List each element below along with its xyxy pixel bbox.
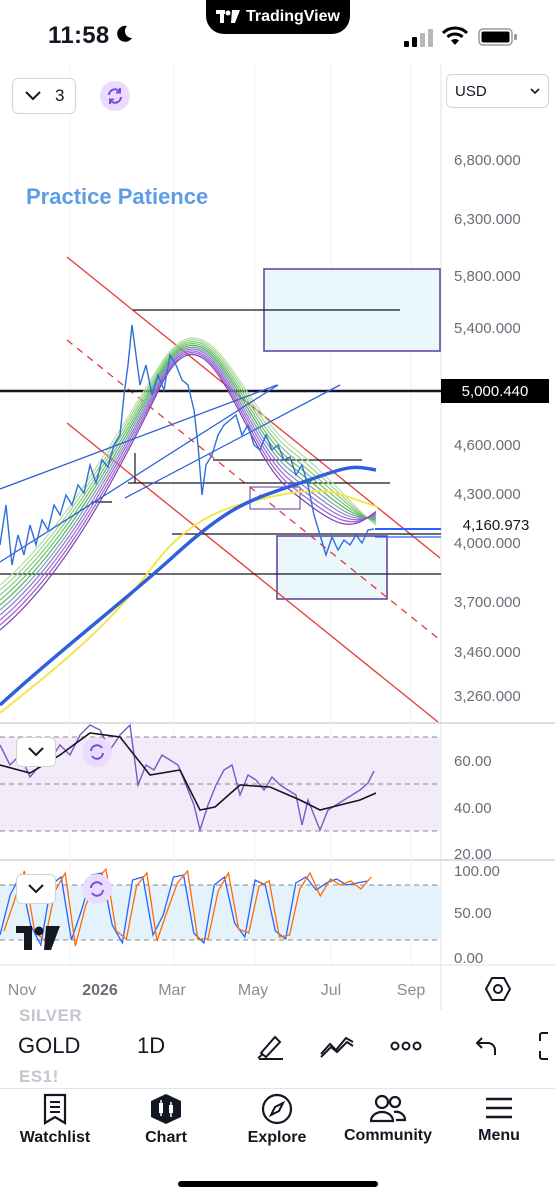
chevron-down-icon	[28, 884, 44, 894]
chevron-down-icon	[25, 91, 41, 101]
time-tick-label: Sep	[397, 982, 426, 999]
chart-settings-icon[interactable]	[484, 976, 512, 1002]
currency-selector[interactable]: USD	[446, 74, 549, 108]
pen-icon	[257, 1035, 283, 1060]
nav-explore-label: Explore	[247, 1129, 307, 1146]
price-tick-label: 3,460.000	[454, 644, 521, 661]
rsi-sync-icon[interactable]	[82, 737, 112, 767]
stoch-sync-icon[interactable]	[82, 874, 112, 904]
tradingview-logo-icon	[216, 10, 241, 23]
drawing-tool-button[interactable]	[253, 1030, 287, 1062]
nav-watchlist[interactable]: Watchlist	[0, 1089, 110, 1159]
price-axis-labels: 6,800.000 6,300.000 5,800.000 5,400.000 4,60…	[454, 152, 521, 705]
interval-button[interactable]: 1D	[137, 1033, 165, 1059]
price-tick-label: 4,000.000	[454, 535, 521, 552]
symbol-ghost-previous: SILVER	[19, 1006, 83, 1025]
more-button[interactable]	[389, 1030, 423, 1062]
last-price-label: 4,160.973	[463, 517, 530, 534]
indicators-icon	[320, 1036, 354, 1058]
interval-selector[interactable]: 3	[12, 78, 76, 114]
chart-icon	[151, 1094, 181, 1124]
price-tick-label: 6,300.000	[454, 211, 521, 228]
chevron-down-icon	[530, 87, 540, 94]
rsi-axis-labels: 60.00 40.00 20.00	[454, 753, 492, 863]
interval-selector-value: 3	[55, 86, 65, 105]
chevron-down-icon	[28, 747, 44, 757]
more-horizontal-icon	[390, 1041, 422, 1051]
currency-value: USD	[455, 82, 487, 100]
nav-menu-label: Menu	[478, 1127, 520, 1144]
stoch-pane-collapse-button[interactable]	[16, 874, 56, 904]
home-indicator	[178, 1181, 378, 1187]
time-tick-label: Jul	[321, 982, 341, 999]
compass-icon	[261, 1093, 293, 1125]
undo-icon	[475, 1037, 496, 1055]
tradingview-pill: TradingView	[206, 0, 350, 34]
app-pill-label: TradingView	[246, 8, 340, 25]
rsi-tick-label: 40.00	[454, 800, 492, 817]
price-tick-label: 3,260.000	[454, 688, 521, 705]
watchlist-icon	[43, 1093, 67, 1125]
highlighted-price-label: 5,000.440	[462, 383, 529, 400]
stoch-tick-label: 100.00	[454, 863, 500, 880]
time-tick-label: May	[238, 982, 268, 999]
price-tick-label: 4,600.000	[454, 437, 521, 454]
nav-community-label: Community	[344, 1127, 432, 1144]
stoch-band	[0, 885, 441, 940]
time-axis-labels: Nov 2026 Mar May Jul Sep	[8, 982, 426, 999]
nav-menu[interactable]: Menu	[444, 1089, 554, 1159]
fullscreen-icon	[539, 1032, 548, 1060]
fullscreen-button[interactable]	[530, 1030, 555, 1062]
price-tick-label: 5,400.000	[454, 320, 521, 337]
nav-chart[interactable]: Chart	[111, 1089, 221, 1159]
community-icon	[370, 1094, 406, 1123]
nav-community[interactable]: Community	[333, 1089, 443, 1159]
nav-explore[interactable]: Explore	[222, 1089, 332, 1159]
battery-icon	[478, 28, 517, 46]
nav-watchlist-label: Watchlist	[19, 1129, 91, 1146]
price-tick-label: 4,300.000	[454, 486, 521, 503]
symbol-ghost-next: ES1!	[19, 1067, 59, 1086]
time-tick-label: Mar	[158, 982, 186, 999]
cellular-signal-icon	[404, 29, 433, 47]
chart-annotation-text[interactable]: Practice Patience	[26, 184, 208, 210]
time-tick-label: Nov	[8, 982, 36, 999]
undo-button[interactable]	[469, 1030, 503, 1062]
indicators-button[interactable]	[320, 1030, 354, 1062]
menu-icon	[486, 1097, 512, 1119]
tradingview-watermark-icon	[16, 926, 60, 950]
symbol-selector[interactable]: GOLD	[18, 1033, 80, 1059]
rsi-tick-label: 60.00	[454, 753, 492, 770]
time-tick-label: 2026	[82, 982, 118, 999]
demand-zone-rectangle	[276, 535, 388, 600]
status-time: 11:58	[48, 22, 110, 49]
stoch-axis-labels: 100.00 50.00 0.00	[454, 863, 500, 967]
status-bar: 11:58 TradingView	[0, 0, 555, 70]
rsi-tick-label: 20.00	[454, 846, 492, 863]
price-tick-label: 3,700.000	[454, 594, 521, 611]
nav-chart-label: Chart	[145, 1129, 187, 1146]
sync-icon[interactable]	[100, 81, 130, 111]
moon-icon	[117, 25, 132, 42]
price-tick-label: 6,800.000	[454, 152, 521, 169]
stoch-tick-label: 0.00	[454, 950, 483, 967]
stoch-tick-label: 50.00	[454, 905, 492, 922]
wifi-icon	[442, 26, 468, 45]
price-tick-label: 5,800.000	[454, 268, 521, 285]
rsi-pane-collapse-button[interactable]	[16, 737, 56, 767]
